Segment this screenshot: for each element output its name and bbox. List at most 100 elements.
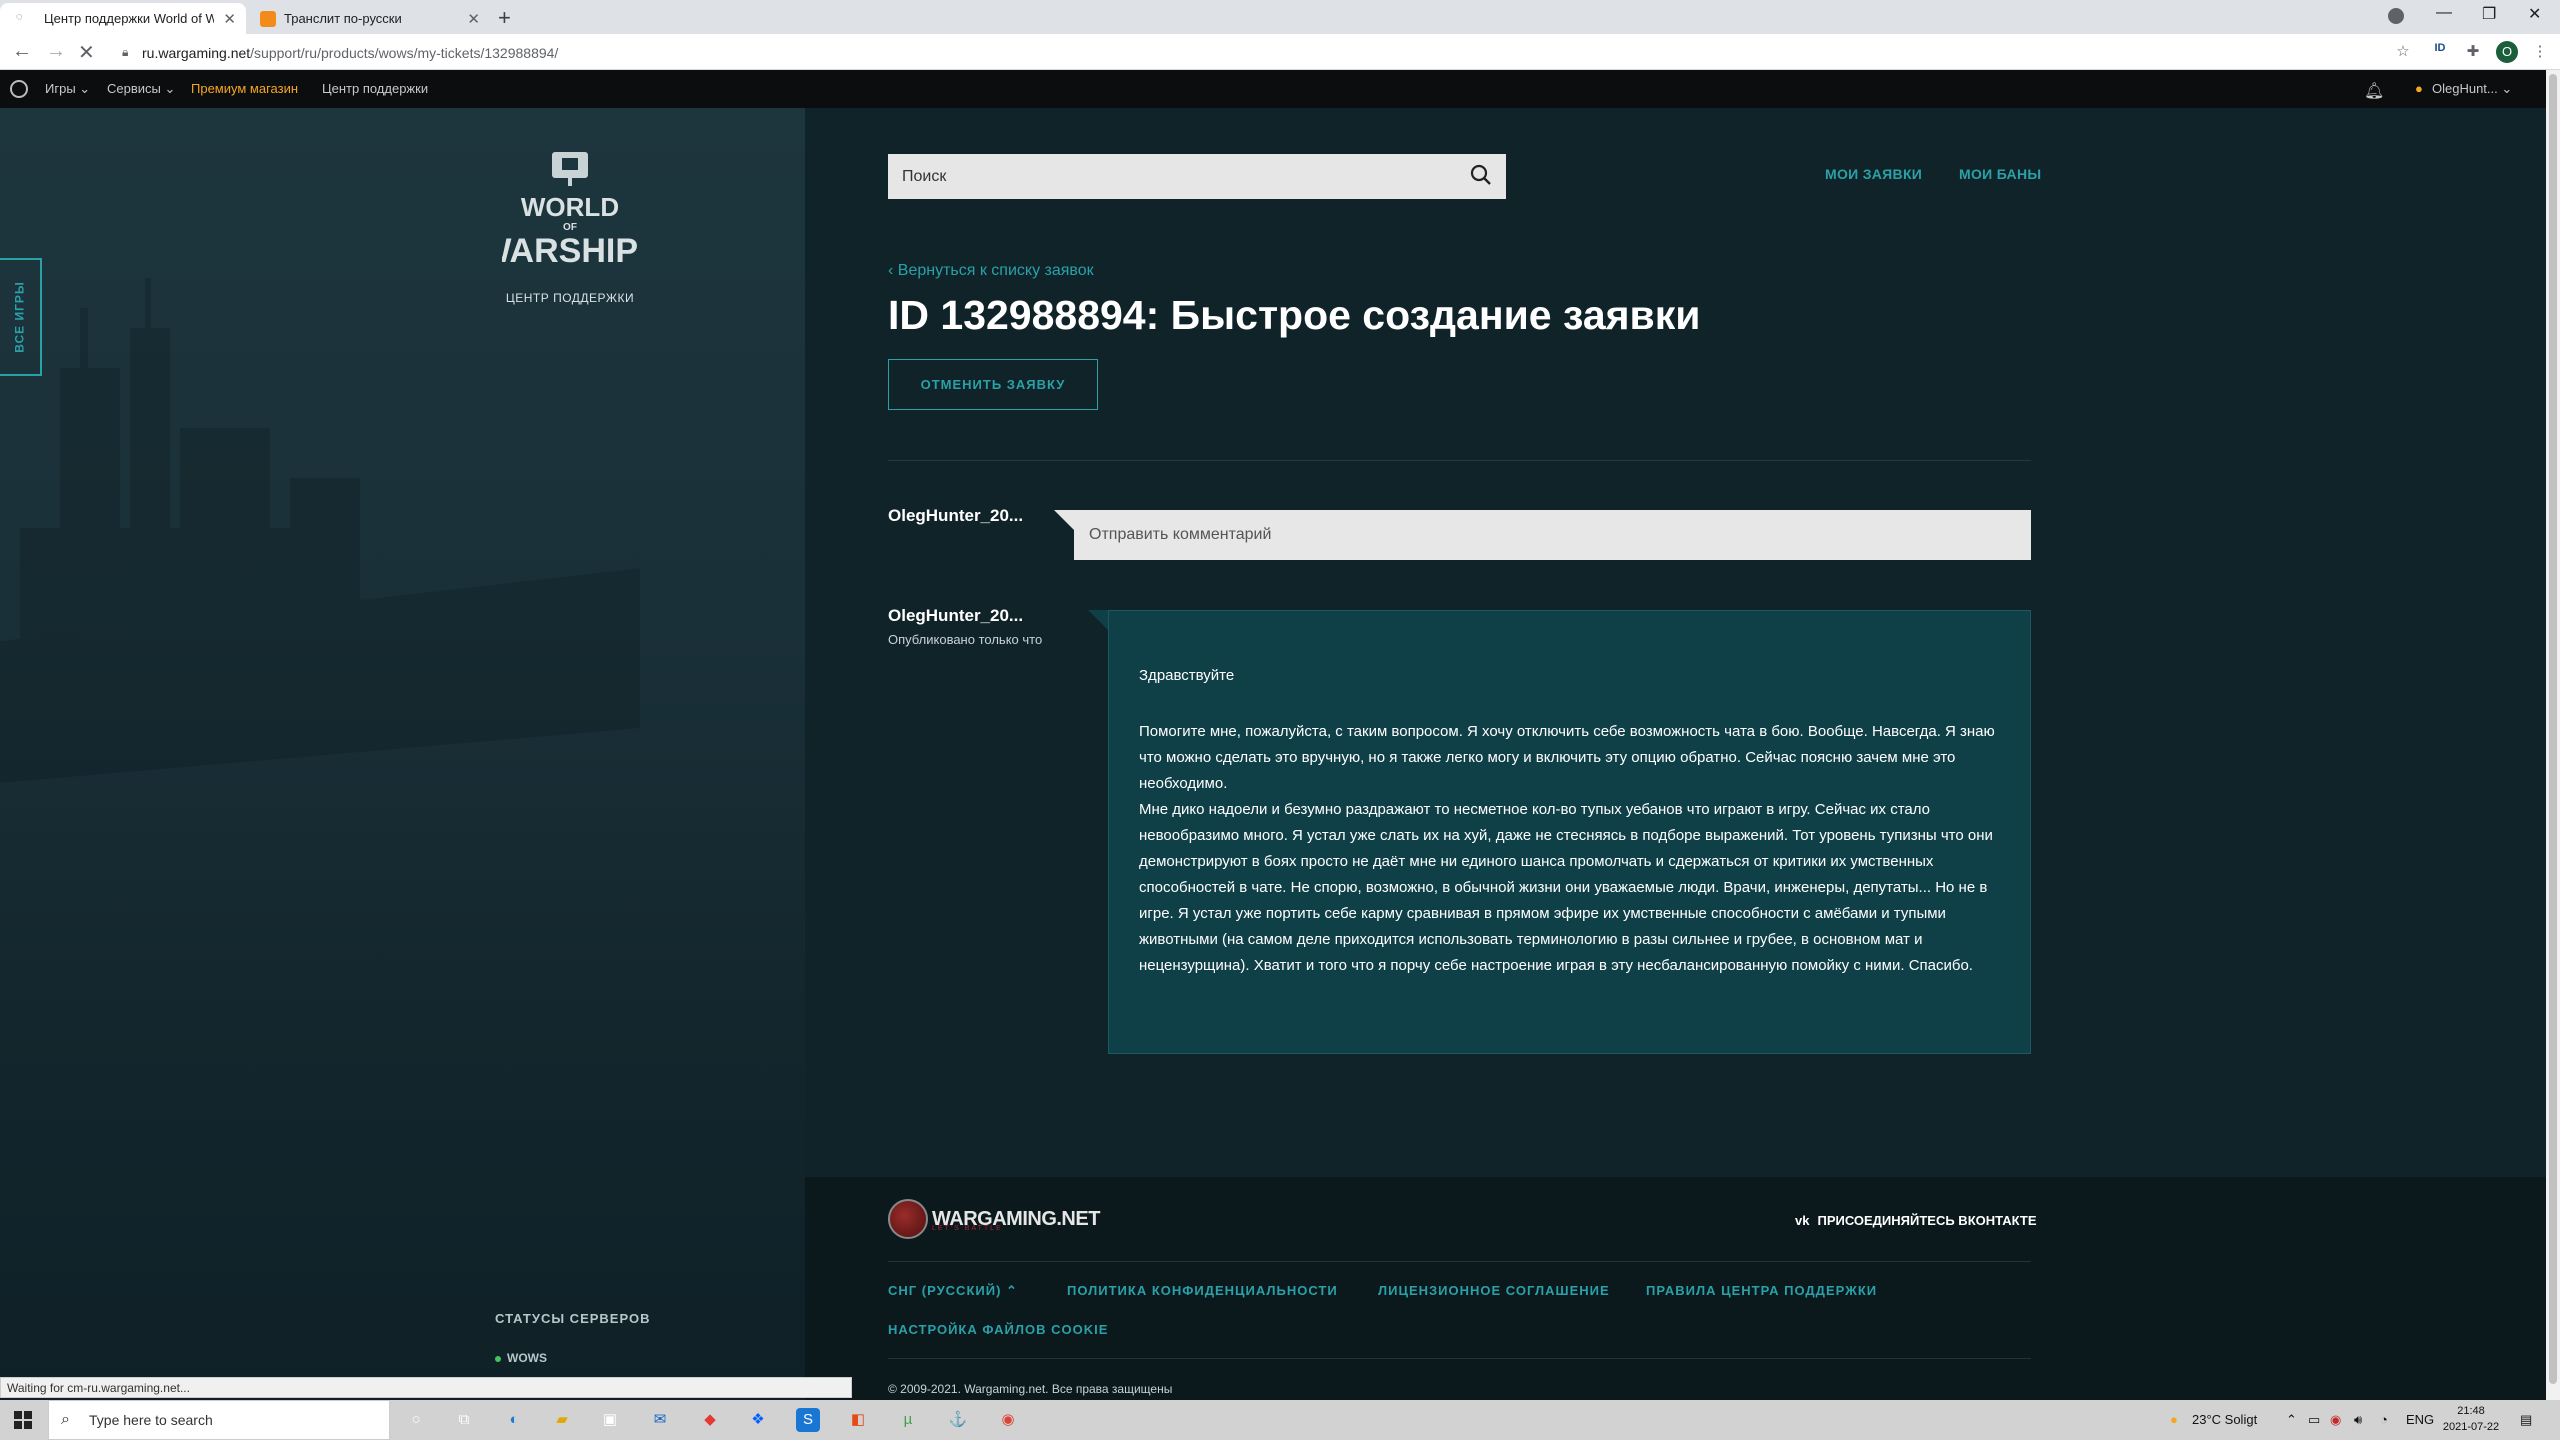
support-center-label: ЦЕНТР ПОДДЕРЖКИ <box>505 291 635 305</box>
lock-icon: 🔒︎ <box>122 45 129 59</box>
site-top-nav: Игры ⌄ Сервисы ⌄ Премиум магазин Центр п… <box>0 70 2546 108</box>
extension-id-icon[interactable]: ID <box>2430 42 2450 62</box>
cancel-ticket-button[interactable]: ОТМЕНИТЬ ЗАЯВКУ <box>888 359 1098 410</box>
footer-divider <box>888 1358 2031 1359</box>
support-rules-link[interactable]: ПРАВИЛА ЦЕНТРА ПОДДЕРЖКИ <box>1646 1283 1877 1298</box>
weather-sun-icon: ● <box>2170 1412 2178 1427</box>
tray-chevron-icon[interactable]: ⌃ <box>2286 1412 2297 1428</box>
close-tab-icon[interactable]: ✕ <box>467 10 480 28</box>
bookmark-star-icon[interactable]: ☆ <box>2393 42 2413 62</box>
nav-services[interactable]: Сервисы ⌄ <box>107 81 175 97</box>
dropbox-icon[interactable]: ❖ <box>746 1408 770 1432</box>
stop-icon[interactable]: ✕ <box>78 40 95 65</box>
network-icon[interactable]: ◔ <box>2380 1412 2388 1427</box>
tray-antivirus-icon[interactable]: ◉ <box>2330 1412 2341 1428</box>
chevron-left-icon: ‹ <box>888 262 898 279</box>
message-paragraph: Помогите мне, пожалуйста, с таким вопрос… <box>1139 723 1995 792</box>
app-blue-icon[interactable]: S <box>796 1408 820 1432</box>
notifications-icon[interactable]: ▤ <box>2520 1412 2532 1428</box>
bell-icon[interactable]: 🔔︎ <box>2364 81 2384 101</box>
new-tab-button[interactable]: + <box>498 5 511 31</box>
wows-app-icon[interactable]: ⚓ <box>946 1408 970 1432</box>
store-icon[interactable]: ▣ <box>598 1408 622 1432</box>
message-paragraph: Мне дико надоели и безумно раздражают то… <box>1139 801 1993 974</box>
server-item-wows[interactable]: WOWS <box>495 1351 547 1365</box>
restore-icon[interactable]: ❐ <box>2482 4 2496 24</box>
clock-time: 21:48 <box>2457 1405 2485 1417</box>
menu-dots-icon[interactable]: ⋮ <box>2530 42 2550 62</box>
ticket-message: Здравствуйте Помогите мне, пожалуйста, с… <box>1108 610 2031 1054</box>
forward-icon[interactable]: → <box>46 40 66 63</box>
wargaming-tagline: LET'S BATTLE <box>932 1225 1003 1232</box>
nav-support[interactable]: Центр поддержки <box>322 81 428 96</box>
input-language[interactable]: ENG <box>2406 1412 2434 1427</box>
page-title: ID 132988894: Быстрое создание заявки <box>888 292 1701 338</box>
nav-premium-shop[interactable]: Премиум магазин <box>191 81 298 96</box>
page-scrollbar[interactable] <box>2546 70 2560 1400</box>
cookie-settings-link[interactable]: НАСТРОЙКА ФАЙЛОВ COOKIE <box>888 1322 1108 1337</box>
vk-label: ПРИСОЕДИНЯЙТЕСЬ ВКОНТАКТЕ <box>1817 1213 2037 1228</box>
window-close-icon[interactable]: ✕ <box>2528 4 2541 24</box>
windows-start-icon[interactable] <box>14 1411 32 1429</box>
all-games-button[interactable]: ВСЕ ИГРЫ <box>0 258 42 376</box>
my-bans-link[interactable]: МОИ БАНЫ <box>1959 166 2041 182</box>
url-field[interactable]: 🔒︎ ru.wargaming.net/support/ru/products/… <box>122 39 2372 66</box>
all-games-label: ВСЕ ИГРЫ <box>13 281 27 353</box>
weather-label[interactable]: 23°C Soligt <box>2192 1412 2257 1427</box>
message-notch <box>1088 610 1108 630</box>
translit-favicon-icon <box>260 10 276 27</box>
wargaming-logo[interactable]: WARGAMING.NET LET'S BATTLE <box>888 1199 1100 1239</box>
license-agreement-link[interactable]: ЛИЦЕНЗИОННОЕ СОГЛАШЕНИЕ <box>1378 1283 1610 1298</box>
tab-support-center[interactable]: ◌ Центр поддержки World of Warships ✕ <box>0 3 246 34</box>
file-explorer-icon[interactable]: ▰ <box>550 1408 574 1432</box>
close-tab-icon[interactable]: ✕ <box>223 10 236 28</box>
office-icon[interactable]: ◧ <box>846 1408 870 1432</box>
published-timestamp: Опубликовано только что <box>888 632 1043 647</box>
app-red-icon[interactable]: ◆ <box>698 1408 722 1432</box>
search-icon[interactable] <box>1470 164 1492 186</box>
nav-games[interactable]: Игры ⌄ <box>45 81 90 97</box>
clock[interactable]: 21:48 2021-07-22 <box>2441 1403 2501 1435</box>
comment-author: OlegHunter_20... <box>888 506 1024 525</box>
vk-join-link[interactable]: vk ПРИСОЕДИНЯЙТЕСЬ ВКОНТАКТЕ <box>1795 1213 2037 1228</box>
search-icon: ⌕ <box>61 1411 70 1428</box>
region-selector[interactable]: СНГ (РУССКИЙ) ⌃ <box>888 1283 1018 1299</box>
minimize-icon[interactable]: — <box>2436 4 2452 22</box>
wargaming-logo-icon[interactable] <box>10 80 28 98</box>
taskbar-search-placeholder: Type here to search <box>89 1412 213 1428</box>
privacy-policy-link[interactable]: ПОЛИТИКА КОНФИДЕНЦИАЛЬНОСТИ <box>1067 1283 1338 1298</box>
back-icon[interactable]: ← <box>12 40 32 63</box>
search-placeholder: Поиск <box>902 167 947 185</box>
profile-avatar[interactable]: O <box>2496 41 2518 63</box>
world-of-warships-logo[interactable]: WORLD OF WARSHIPS <box>502 150 638 278</box>
spinner-icon: ◌ <box>16 10 23 23</box>
battleship-illustration <box>0 278 640 783</box>
utorrent-icon[interactable]: µ <box>896 1408 920 1432</box>
status-online-icon <box>495 1355 501 1362</box>
extensions-puzzle-icon[interactable]: ✚ <box>2463 42 2483 62</box>
copyright: © 2009-2021. Wargaming.net. Все права за… <box>888 1382 1173 1396</box>
tray-app-icon[interactable]: ▭ <box>2308 1412 2320 1428</box>
volume-icon[interactable]: 🔊︎ <box>2354 1412 2362 1428</box>
url-path: /support/ru/products/wows/my-tickets/132… <box>250 44 559 61</box>
task-view-icon[interactable]: ⧉ <box>452 1408 476 1432</box>
cortana-icon[interactable]: ○ <box>404 1408 428 1432</box>
back-to-tickets-link[interactable]: ‹ Вернуться к списку заявок <box>888 262 1094 280</box>
message-author: OlegHunter_20... <box>888 606 1024 625</box>
divider <box>888 460 2031 461</box>
scrollbar-thumb[interactable] <box>2549 74 2557 1384</box>
mail-icon[interactable]: ✉ <box>648 1408 672 1432</box>
user-menu[interactable]: OlegHunt... ⌄ <box>2432 81 2512 97</box>
comment-input[interactable]: Отправить комментарий <box>1074 510 2031 560</box>
tab-translit[interactable]: Транслит по-русски ✕ <box>250 3 490 34</box>
chrome-icon[interactable]: ◉ <box>996 1408 1020 1432</box>
search-input[interactable]: Поиск <box>888 154 1506 199</box>
tab-search-icon[interactable] <box>2388 8 2404 24</box>
chevron-up-icon: ⌃ <box>1006 1283 1018 1298</box>
clock-date: 2021-07-22 <box>2442 1421 2500 1433</box>
vk-icon: vk <box>1795 1213 1810 1228</box>
taskbar-search-input[interactable]: ⌕ Type here to search <box>48 1400 390 1440</box>
edge-icon[interactable]: ◐ <box>502 1408 526 1432</box>
my-tickets-link[interactable]: МОИ ЗАЯВКИ <box>1825 166 1922 182</box>
comment-notch <box>1054 510 1074 530</box>
